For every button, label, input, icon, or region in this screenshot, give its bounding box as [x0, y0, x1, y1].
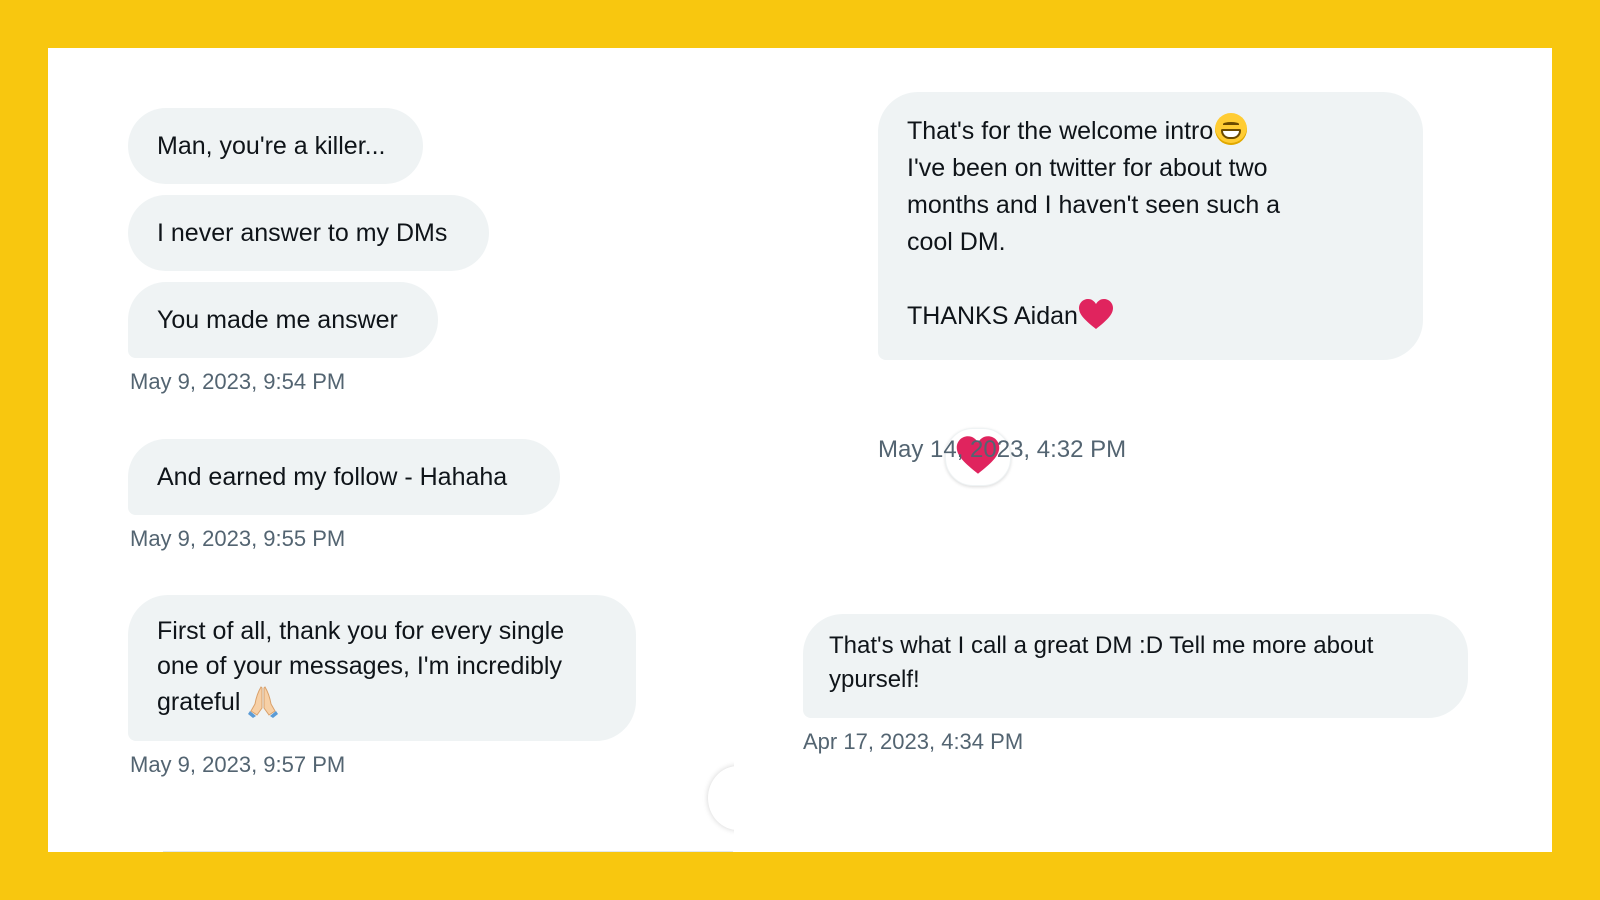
message-text: You made me answer: [157, 306, 398, 334]
divider: [163, 851, 733, 852]
message-line: ypurself!: [829, 666, 920, 693]
message-line: That's what I call a great DM :D Tell me…: [829, 632, 1374, 659]
message-line: I've been on twitter for about two: [907, 154, 1268, 182]
message-bubble[interactable]: You made me answer: [128, 282, 438, 358]
message-line: one of your messages, I'm incredibly: [157, 652, 562, 680]
message-bubble[interactable]: That's for the welcome intro I've been o…: [878, 92, 1423, 360]
message-bubble[interactable]: Man, you're a killer...: [128, 108, 423, 184]
message-text: Man, you're a killer...: [157, 132, 386, 160]
message-timestamp: May 9, 2023, 9:54 PM: [130, 369, 346, 394]
message-bubble[interactable]: First of all, thank you for every single…: [128, 595, 636, 741]
message-line: cool DM.: [907, 228, 1006, 256]
message-line: That's for the welcome intro: [907, 117, 1214, 145]
message-bubble[interactable]: And earned my follow - Hahaha: [128, 439, 560, 515]
message-line-with-emoji: THANKS Aidan: [907, 298, 1394, 341]
message-bubble[interactable]: I never answer to my DMs: [128, 195, 489, 271]
pray-icon: [246, 684, 280, 728]
message-line: THANKS Aidan: [907, 302, 1078, 330]
message-timestamp: May 9, 2023, 9:57 PM: [130, 752, 346, 777]
message-line: First of all, thank you for every single: [157, 617, 565, 645]
message-text: And earned my follow - Hahaha: [157, 463, 508, 491]
grinning-face-icon: [1215, 113, 1248, 145]
message-bubble[interactable]: That's what I call a great DM :D Tell me…: [803, 614, 1468, 718]
message-line: months and I haven't seen such a: [907, 191, 1281, 219]
heart-icon: [1078, 298, 1114, 341]
panel-edge: [734, 748, 854, 852]
message-line-with-emoji: grateful: [157, 684, 607, 728]
message-line: grateful: [157, 688, 241, 716]
message-line-with-emoji: That's for the welcome intro: [907, 113, 1394, 150]
screenshot-card: Man, you're a killer... I never answer t…: [48, 48, 1552, 852]
message-timestamp: May 14, 2023, 4:32 PM: [878, 436, 1127, 463]
message-text: I never answer to my DMs: [157, 219, 448, 247]
message-timestamp: May 9, 2023, 9:55 PM: [130, 526, 346, 551]
message-timestamp: Apr 17, 2023, 4:34 PM: [803, 729, 1024, 754]
